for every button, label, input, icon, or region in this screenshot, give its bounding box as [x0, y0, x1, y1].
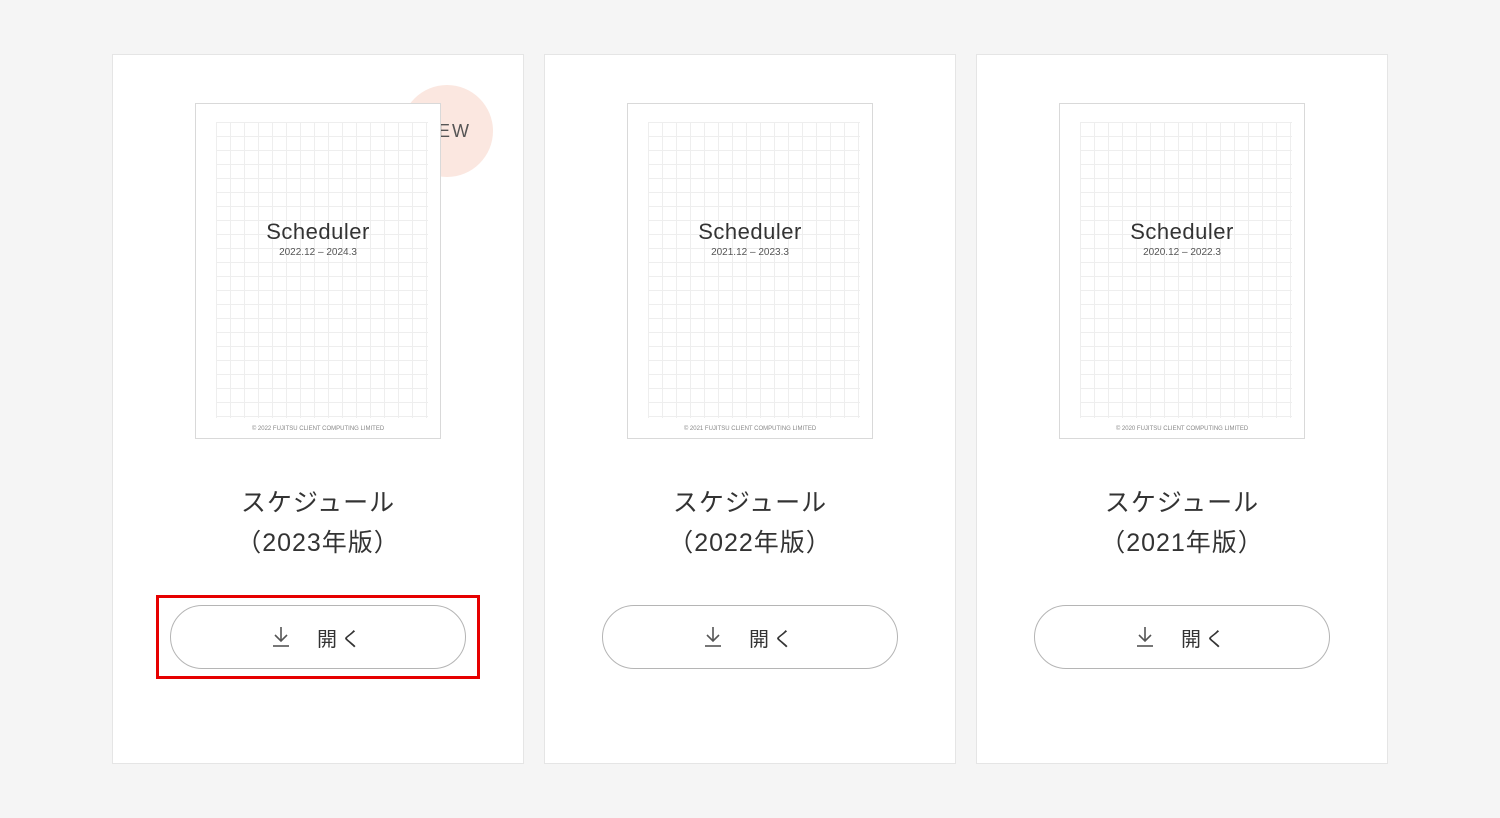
thumbnail-grid [648, 122, 860, 418]
open-button-wrap: 開く [170, 605, 466, 669]
open-button[interactable]: 開く [602, 605, 898, 669]
cards-row: NEW Scheduler 2022.12 – 2024.3 © 2022 FU… [112, 54, 1388, 764]
open-button[interactable]: 開く [1034, 605, 1330, 669]
card-title-line1: スケジュール [668, 483, 832, 523]
thumbnail-label: Scheduler 2020.12 – 2022.3 [1060, 219, 1304, 258]
card-title-line2: （2022年版） [668, 523, 832, 563]
open-button-wrap: 開く [1034, 605, 1330, 669]
scheduler-card-2022: Scheduler 2021.12 – 2023.3 © 2021 FUJITS… [544, 54, 956, 764]
card-title: スケジュール （2023年版） [236, 483, 400, 563]
thumbnail-label: Scheduler 2022.12 – 2024.3 [196, 219, 440, 258]
thumbnail-grid [1080, 122, 1292, 418]
card-title-line1: スケジュール [1100, 483, 1264, 523]
open-button-label: 開く [749, 623, 797, 652]
card-title-line2: （2021年版） [1100, 523, 1264, 563]
thumbnail-date-range: 2020.12 – 2022.3 [1060, 247, 1304, 258]
thumbnail-date-range: 2021.12 – 2023.3 [628, 247, 872, 258]
thumbnail-copyright: © 2020 FUJITSU CLIENT COMPUTING LIMITED [1060, 426, 1304, 432]
thumbnail-label: Scheduler 2021.12 – 2023.3 [628, 219, 872, 258]
card-title: スケジュール （2022年版） [668, 483, 832, 563]
download-icon [703, 626, 723, 648]
thumbnail-title: Scheduler [1060, 219, 1304, 245]
scheduler-thumbnail: Scheduler 2022.12 – 2024.3 © 2022 FUJITS… [195, 103, 441, 439]
thumbnail-date-range: 2022.12 – 2024.3 [196, 247, 440, 258]
card-title-line2: （2023年版） [236, 523, 400, 563]
card-title: スケジュール （2021年版） [1100, 483, 1264, 563]
open-button-label: 開く [1181, 623, 1229, 652]
thumbnail-title: Scheduler [196, 219, 440, 245]
scheduler-card-2023: NEW Scheduler 2022.12 – 2024.3 © 2022 FU… [112, 54, 524, 764]
scheduler-thumbnail: Scheduler 2020.12 – 2022.3 © 2020 FUJITS… [1059, 103, 1305, 439]
download-icon [271, 626, 291, 648]
open-button-wrap: 開く [602, 605, 898, 669]
thumbnail-copyright: © 2021 FUJITSU CLIENT COMPUTING LIMITED [628, 426, 872, 432]
thumbnail-title: Scheduler [628, 219, 872, 245]
open-button[interactable]: 開く [170, 605, 466, 669]
card-title-line1: スケジュール [236, 483, 400, 523]
thumbnail-copyright: © 2022 FUJITSU CLIENT COMPUTING LIMITED [196, 426, 440, 432]
open-button-label: 開く [317, 623, 365, 652]
thumbnail-grid [216, 122, 428, 418]
download-icon [1135, 626, 1155, 648]
scheduler-card-2021: Scheduler 2020.12 – 2022.3 © 2020 FUJITS… [976, 54, 1388, 764]
scheduler-thumbnail: Scheduler 2021.12 – 2023.3 © 2021 FUJITS… [627, 103, 873, 439]
